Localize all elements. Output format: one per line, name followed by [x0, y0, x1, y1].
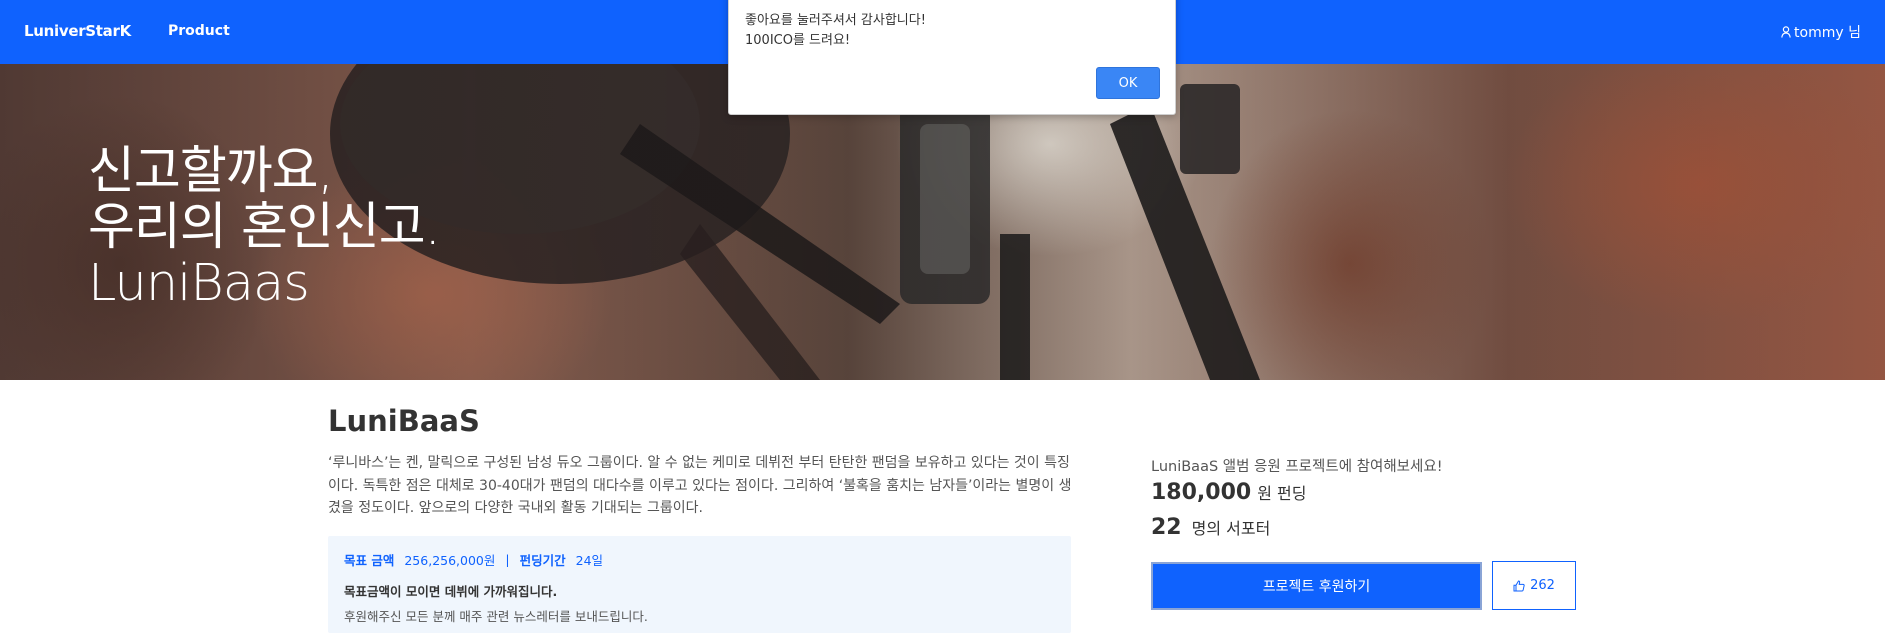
hero-line-2: 우리의 혼인신고. — [88, 198, 441, 257]
like-button[interactable]: 262 — [1492, 561, 1576, 610]
project-description: ‘루니바스’는 켄, 말릭으로 구성된 남성 듀오 그룹이다. 알 수 없는 케… — [328, 455, 1072, 516]
alert-message: 좋아요를 눌러주셔서 감사합니다! 100ICO를 드려요! — [745, 11, 926, 51]
funding-goal-row: 목표 금액 256,256,000원 | 펀딩기간 24일 — [344, 550, 1055, 569]
user-menu[interactable]: tommy 님 — [1781, 22, 1861, 42]
support-project-button[interactable]: 프로젝트 후원하기 — [1151, 562, 1482, 610]
brand-logo[interactable]: LuniverStarK — [24, 22, 131, 40]
alert-ok-button[interactable]: OK — [1096, 67, 1160, 99]
project-title: LuniBaaS — [328, 404, 480, 438]
supporter-count-unit: 명의 서포터 — [1191, 519, 1271, 538]
thumbs-up-icon — [1513, 579, 1525, 591]
period-value: 24일 — [575, 553, 604, 568]
supporter-count-value: 22 — [1151, 515, 1182, 540]
funded-amount: 180,000 원 펀딩 — [1151, 480, 1306, 505]
hero-line-3: LuniBaas — [88, 254, 310, 313]
funding-info-box: 목표 금액 256,256,000원 | 펀딩기간 24일 목표금액이 모이면 … — [328, 536, 1071, 633]
hero-headline: 신고할까요, 우리의 혼인신고. LuniBaas — [88, 142, 441, 313]
supporter-count: 22 명의 서포터 — [1151, 515, 1270, 540]
user-name: tommy 님 — [1794, 25, 1861, 41]
info-separator: | — [505, 552, 510, 567]
hero-line-1: 신고할까요, — [88, 142, 334, 201]
like-count: 262 — [1530, 578, 1555, 593]
period-label: 펀딩기간 — [519, 553, 566, 568]
alert-message-line-1: 좋아요를 눌러주셔서 감사합니다! — [745, 13, 926, 28]
nav-link-product[interactable]: Product — [168, 23, 230, 39]
alert-dialog: 좋아요를 눌러주셔서 감사합니다! 100ICO를 드려요! OK — [728, 0, 1176, 115]
goal-value: 256,256,000원 — [404, 553, 496, 568]
support-intro: LuniBaaS 앨범 응원 프로젝트에 참여해보세요! — [1151, 459, 1443, 475]
funding-note-bold: 목표금액이 모이면 데뷔에 가까워집니다. — [344, 584, 558, 599]
funded-amount-unit: 원 펀딩 — [1257, 484, 1307, 503]
funding-note: 후원해주신 모든 분께 매주 관련 뉴스레터를 보내드립니다. — [344, 609, 648, 624]
goal-label: 목표 금액 — [344, 553, 395, 568]
funded-amount-value: 180,000 — [1151, 480, 1252, 505]
user-icon — [1781, 26, 1791, 38]
alert-message-line-2: 100ICO를 드려요! — [745, 33, 851, 48]
